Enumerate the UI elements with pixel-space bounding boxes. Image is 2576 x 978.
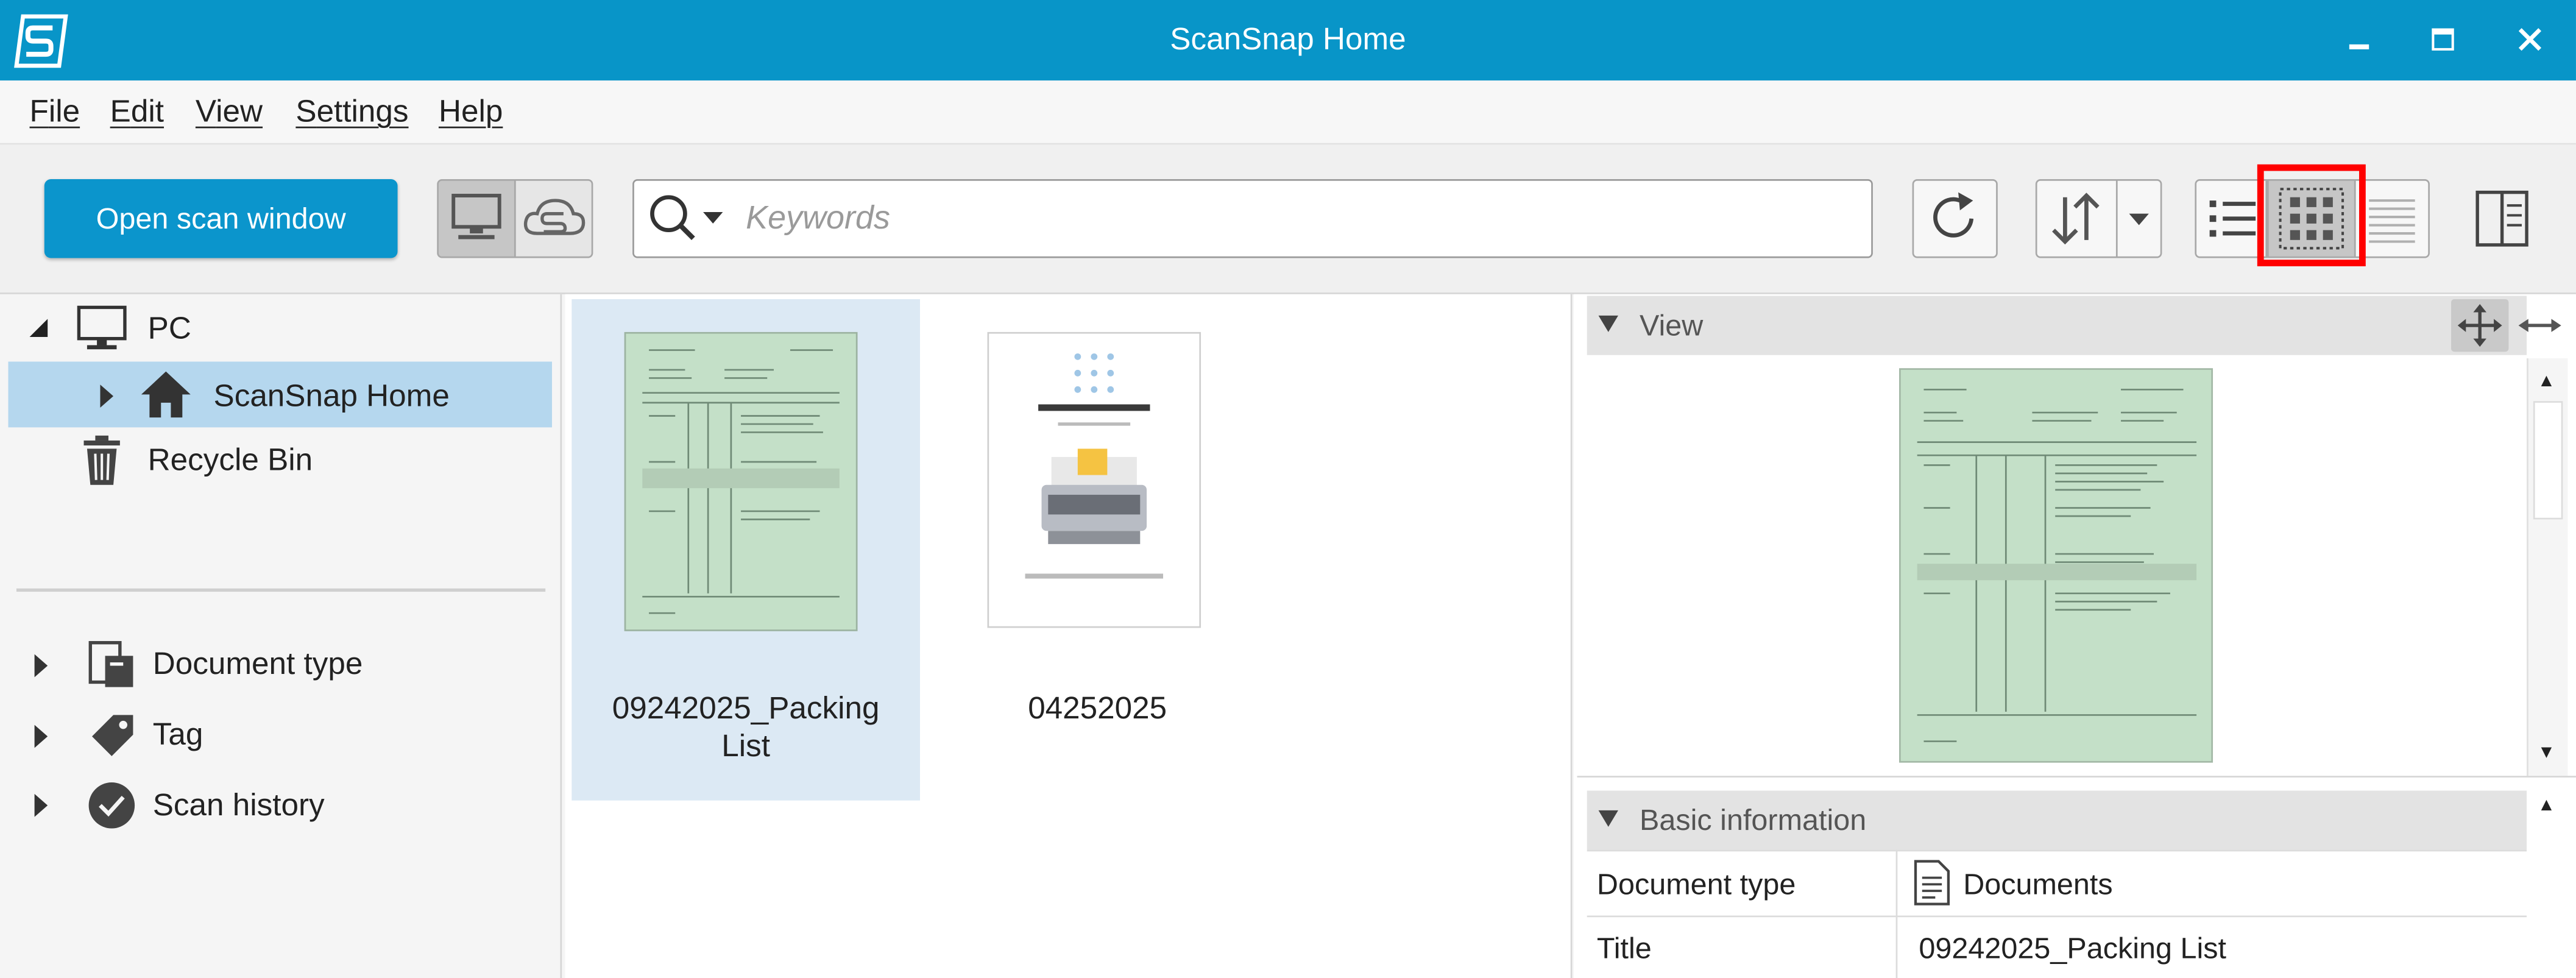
chevron-down-icon [2129,213,2149,225]
pc-mode-toggle[interactable] [437,179,516,258]
collapse-pc-icon[interactable] [24,313,54,345]
tree-item-recycle-bin[interactable]: Recycle Bin [148,444,313,480]
column-divider [1895,849,1898,978]
property-label: Title [1596,932,1652,965]
tree-item-document-type[interactable]: Document type [153,648,363,684]
document-name: 04252025 [1028,692,1167,727]
highlight-box [2257,164,2366,266]
panel-divider [1577,776,2576,778]
document-thumbnail[interactable] [626,333,856,630]
maximize-icon [2432,28,2454,51]
collapse-triangle-icon[interactable] [1597,806,1620,832]
window-title: ScanSnap Home [1170,23,1406,58]
scroll-thumb[interactable] [2533,401,2563,520]
tree-item-tag[interactable]: Tag [153,718,203,754]
close-button[interactable] [2489,0,2571,80]
cloud-icon [523,199,586,235]
document-thumbnail[interactable] [989,333,1200,626]
list-view-icon [2209,200,2256,237]
view-panel-title: View [1640,309,1704,342]
tree-item-label: ScanSnap Home [213,380,450,414]
expand-arrow-icon[interactable] [30,650,53,682]
tree-divider [16,588,546,592]
panel-layout-button[interactable] [2469,182,2535,255]
fit-width-button[interactable] [2513,299,2566,352]
close-icon [2518,28,2542,51]
fit-page-button[interactable] [2451,299,2509,352]
list-view-button[interactable] [2195,179,2268,258]
minimize-icon [2349,44,2369,49]
sort-button[interactable] [2035,179,2118,258]
collapse-triangle-icon[interactable] [1597,311,1620,337]
app-window: ScanSnap Home File Edit View Settings He… [0,0,2576,978]
scan-history-icon [85,779,138,832]
sort-icon [2052,193,2100,245]
search-input[interactable] [746,180,1830,257]
detail-lines-icon [2369,199,2415,243]
document-type-icon [85,638,138,690]
maximize-button[interactable] [2402,0,2484,80]
refresh-icon [1933,192,1974,238]
document-name-line: List [721,729,771,765]
sort-dropdown-button[interactable] [2115,179,2162,258]
menu-help[interactable]: Help [439,95,503,131]
basic-info-title: Basic information [1640,804,1867,837]
menu-settings[interactable]: Settings [295,95,408,131]
expand-arrow-icon[interactable] [30,720,53,753]
document-name-line: 09242025_Packing [612,692,880,727]
menu-view[interactable]: View [196,95,263,131]
document-name: 09242025_Packing List [578,690,913,766]
document-type-value[interactable]: Documents [1963,868,2112,902]
property-label: Document type [1596,868,1796,901]
scroll-up-arrow[interactable]: ▲ [2530,789,2563,822]
row-divider [1587,849,2527,852]
menu-edit[interactable]: Edit [110,95,164,131]
computer-icon [74,302,130,355]
move-arrows-icon [2457,304,2502,347]
refresh-button[interactable] [1912,179,1998,258]
cloud-mode-toggle[interactable] [514,179,593,258]
document-icon [1911,858,1953,907]
scroll-up-arrow[interactable]: ▲ [2530,365,2563,398]
expand-arrow-icon[interactable] [95,380,118,413]
home-icon [138,368,194,420]
tree-item-pc[interactable]: PC [148,313,191,349]
minimize-button[interactable] [2318,0,2401,80]
view-panel-header[interactable] [1587,296,2527,355]
expand-arrow-icon[interactable] [30,789,53,822]
document-preview[interactable] [1900,369,2212,761]
tree-item-scan-history[interactable]: Scan history [153,789,325,825]
panel-layout-icon [2475,190,2528,247]
computer-icon [451,194,501,239]
open-scan-window-button[interactable]: Open scan window [44,179,398,258]
search-options-button[interactable] [644,189,729,248]
row-divider [1587,915,2527,918]
recycle-bin-icon [77,432,127,488]
search-icon [650,195,723,240]
scroll-down-arrow[interactable]: ▼ [2530,736,2563,769]
menu-file[interactable]: File [30,95,80,131]
fit-width-icon [2518,319,2561,332]
title-value[interactable]: 09242025_Packing List [1919,932,2226,966]
tag-icon [85,709,138,761]
